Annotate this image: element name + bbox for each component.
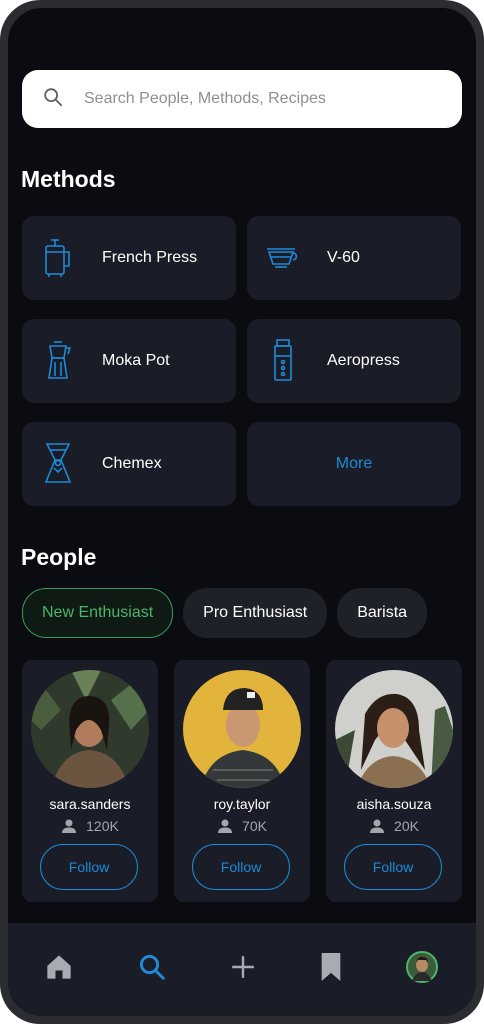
method-moka-pot[interactable]: Moka Pot [22, 319, 236, 403]
bottom-navigation [8, 923, 476, 1016]
aeropress-icon [265, 339, 301, 383]
follow-button[interactable]: Follow [344, 844, 442, 890]
app-screen: Methods French Press V-60 Moka Pot [8, 8, 476, 1016]
avatar[interactable] [335, 670, 453, 788]
method-label: French Press [102, 249, 198, 266]
person-icon [370, 819, 385, 833]
person-card[interactable]: sara.sanders 120K Follow [22, 660, 158, 902]
search-icon[interactable] [132, 947, 172, 987]
avatar[interactable] [183, 670, 301, 788]
home-icon[interactable] [39, 947, 79, 987]
person-icon [62, 819, 77, 833]
method-label: V-60 [327, 249, 360, 266]
follower-count: 120K [22, 818, 158, 834]
username: roy.taylor [213, 796, 271, 812]
filter-chip-pro-enthusiast[interactable]: Pro Enthusiast [183, 588, 328, 638]
username: aisha.souza [356, 796, 432, 812]
method-french-press[interactable]: French Press [22, 216, 236, 300]
username: sara.sanders [49, 796, 131, 812]
v60-dripper-icon [265, 236, 301, 280]
method-chemex[interactable]: Chemex [22, 422, 236, 506]
french-press-icon [40, 236, 76, 280]
avatar[interactable] [31, 670, 149, 788]
method-v60[interactable]: V-60 [247, 216, 461, 300]
people-title: People [21, 544, 97, 570]
person-icon [218, 819, 233, 833]
methods-more-button[interactable]: More [247, 422, 461, 506]
search-icon [22, 86, 64, 113]
profile-avatar[interactable] [402, 947, 442, 987]
add-icon[interactable] [223, 947, 263, 987]
follower-count: 20K [326, 818, 462, 834]
person-card[interactable]: aisha.souza 20K Follow [326, 660, 462, 902]
chemex-icon [40, 442, 76, 486]
filter-chip-barista[interactable]: Barista [337, 588, 428, 638]
filter-chip-new-enthusiast[interactable]: New Enthusiast [22, 588, 174, 638]
method-label: Moka Pot [102, 352, 170, 369]
follower-count: 70K [174, 818, 310, 834]
follow-button[interactable]: Follow [40, 844, 138, 890]
method-aeropress[interactable]: Aeropress [247, 319, 461, 403]
person-card[interactable]: roy.taylor 70K Follow [174, 660, 310, 902]
method-label: Aeropress [327, 352, 400, 369]
moka-pot-icon [40, 339, 76, 383]
bookmark-icon[interactable] [311, 947, 351, 987]
method-label: Chemex [102, 455, 162, 472]
search-bar[interactable] [22, 70, 462, 128]
follow-button[interactable]: Follow [192, 844, 290, 890]
more-label: More [335, 455, 373, 472]
search-input[interactable] [82, 89, 426, 109]
phone-frame: Methods French Press V-60 Moka Pot [0, 0, 484, 1024]
people-filter-chips: New Enthusiast Pro Enthusiast Barista [22, 588, 428, 638]
methods-title: Methods [21, 166, 116, 192]
